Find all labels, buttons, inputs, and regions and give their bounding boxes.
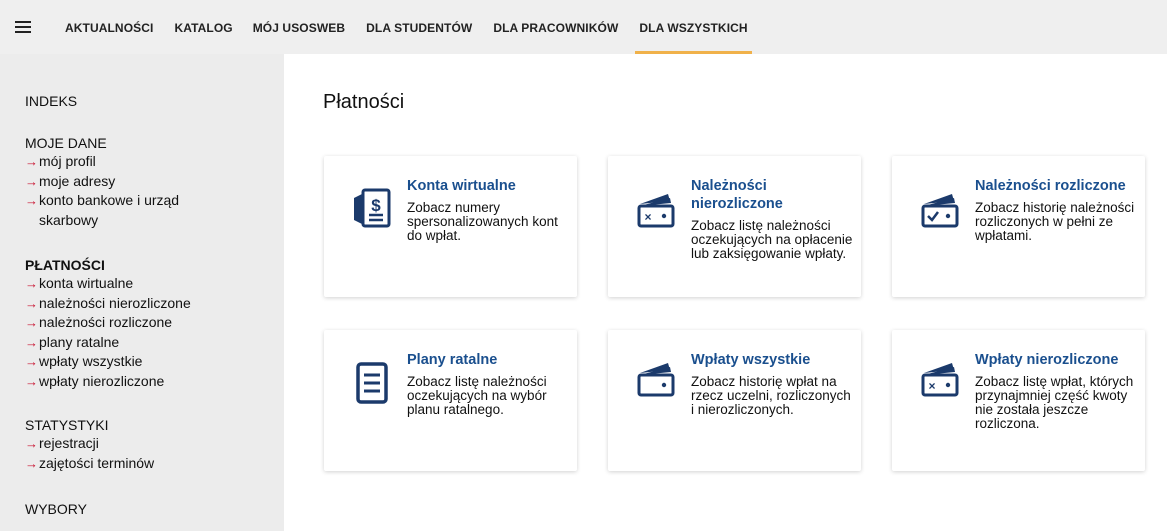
card-wplaty-nierozliczone[interactable]: × Wpłaty nierozliczone Zobacz listę wpła…	[892, 330, 1145, 471]
tab-dla-studentow[interactable]: DLA STUDENTÓW	[366, 0, 472, 54]
sidebar-item-label: konta wirtualne	[39, 275, 134, 291]
sidebar: INDEKS MOJE DANE → mój profil → moje adres…	[0, 54, 284, 531]
sidebar-item-wplaty-wszystkie[interactable]: → wpłaty wszystkie	[25, 352, 191, 372]
svg-text:$: $	[371, 196, 381, 215]
card-description: Zobacz historię należności rozliczonych …	[975, 200, 1135, 243]
card-wplaty-wszystkie[interactable]: Wpłaty wszystkie Zobacz historię wpłat n…	[608, 330, 861, 471]
sidebar-item-wplaty-nierozliczone[interactable]: → wpłaty nierozliczone	[25, 372, 191, 392]
menu-icon[interactable]	[15, 21, 31, 33]
wallet-x-icon: ×	[921, 363, 959, 397]
arrow-right-icon: →	[25, 315, 38, 330]
top-navbar: AKTUALNOŚCI KATALOG MÓJ USOSWEB DLA STUD…	[0, 0, 1167, 54]
nav-tabs: AKTUALNOŚCI KATALOG MÓJ USOSWEB DLA STUD…	[65, 0, 773, 54]
sidebar-moje-dane[interactable]: MOJE DANE	[25, 134, 179, 152]
sidebar-item-rejestracji[interactable]: → rejestracji	[25, 434, 154, 454]
card-title: Należności rozliczone	[975, 178, 1126, 194]
card-description: Zobacz listę wpłat, których przynajmniej…	[975, 374, 1134, 431]
tab-katalog[interactable]: KATALOG	[174, 0, 232, 54]
sidebar-item-konto-bankowe[interactable]: → konto bankowe i urząd skarbowy	[25, 191, 179, 230]
arrow-right-icon: →	[25, 436, 38, 451]
sidebar-item-zajetosci-terminow[interactable]: → zajętości terminów	[25, 454, 154, 474]
tab-moj-usosweb[interactable]: MÓJ USOSWEB	[253, 0, 345, 54]
wallet-x-icon: ×	[637, 194, 675, 228]
sidebar-item-label: wpłaty nierozliczone	[39, 372, 165, 389]
arrow-right-icon: →	[25, 373, 38, 389]
card-konta-wirtualne[interactable]: $ Konta wirtualne Zobacz numery spersona…	[324, 156, 577, 297]
sidebar-wybory[interactable]: WYBORY	[25, 500, 87, 518]
sidebar-item-naleznosci-rozliczone[interactable]: → należności rozliczone	[25, 313, 191, 333]
document-list-icon	[356, 362, 388, 404]
sidebar-item-label: należności rozliczone	[39, 314, 173, 330]
sidebar-item-label: plany ratalne	[39, 333, 120, 350]
sidebar-statystyki[interactable]: STATYSTYKI	[25, 416, 154, 434]
sidebar-item-moj-profil[interactable]: → mój profil	[25, 152, 179, 172]
virtual-account-icon: $	[354, 188, 391, 228]
page-title: Płatności	[323, 91, 405, 113]
sidebar-item-label: rejestracji	[39, 435, 99, 451]
wallet-icon	[637, 363, 675, 397]
arrow-right-icon: →	[25, 193, 38, 208]
card-naleznosci-nierozliczone[interactable]: × Należności nierozliczone Zobacz listę …	[608, 156, 861, 297]
sidebar-item-konta-wirtualne[interactable]: → konta wirtualne	[25, 274, 191, 294]
card-plany-ratalne[interactable]: Plany ratalne Zobacz listę należności oc…	[324, 330, 577, 471]
sidebar-item-label: zajętości terminów	[39, 454, 155, 471]
card-description: Zobacz historię wpłat na rzecz uczelni, …	[691, 374, 851, 417]
card-description: Zobacz listę należności oczekujących na …	[407, 374, 547, 417]
sidebar-item-label: moje adresy	[39, 172, 116, 189]
arrow-right-icon: →	[25, 334, 38, 350]
sidebar-item-label-continued: skarbowy	[39, 211, 99, 228]
sidebar-item-label: wpłaty wszystkie	[39, 353, 143, 369]
card-title: Plany ratalne	[407, 352, 498, 368]
sidebar-item-naleznosci-nierozliczone[interactable]: → należności nierozliczone	[25, 294, 191, 314]
sidebar-item-label: należności nierozliczone	[39, 294, 191, 311]
tab-dla-pracownikow[interactable]: DLA PRACOWNIKÓW	[493, 0, 618, 54]
sidebar-item-label: mój profil	[39, 153, 96, 169]
arrow-right-icon: →	[25, 455, 38, 471]
arrow-right-icon: →	[25, 154, 38, 169]
sidebar-item-moje-adresy[interactable]: → moje adresy	[25, 172, 179, 192]
card-description: Zobacz listę należności oczekujących na …	[691, 218, 853, 261]
wallet-check-icon	[921, 194, 959, 228]
card-description: Zobacz numery spersonalizowanych kont do…	[407, 200, 558, 243]
svg-text:×: ×	[928, 379, 935, 393]
card-title: Należności nierozliczone	[691, 178, 783, 212]
card-title: Konta wirtualne	[407, 178, 516, 194]
tab-aktualnosci[interactable]: AKTUALNOŚCI	[65, 0, 153, 54]
svg-text:×: ×	[644, 210, 651, 224]
sidebar-indeks[interactable]: INDEKS	[25, 92, 77, 110]
tab-dla-wszystkich[interactable]: DLA WSZYSTKICH	[635, 0, 752, 54]
card-title: Wpłaty wszystkie	[691, 352, 811, 368]
card-naleznosci-rozliczone[interactable]: Należności rozliczone Zobacz historię na…	[892, 156, 1145, 297]
arrow-right-icon: →	[25, 295, 38, 311]
sidebar-item-label: konto bankowe i urząd	[39, 192, 180, 208]
arrow-right-icon: →	[25, 276, 38, 291]
arrow-right-icon: →	[25, 173, 38, 189]
arrow-right-icon: →	[25, 354, 38, 369]
sidebar-platnosci[interactable]: PŁATNOŚCI	[25, 256, 191, 274]
sidebar-item-plany-ratalne[interactable]: → plany ratalne	[25, 333, 191, 353]
card-title: Wpłaty nierozliczone	[975, 352, 1119, 368]
